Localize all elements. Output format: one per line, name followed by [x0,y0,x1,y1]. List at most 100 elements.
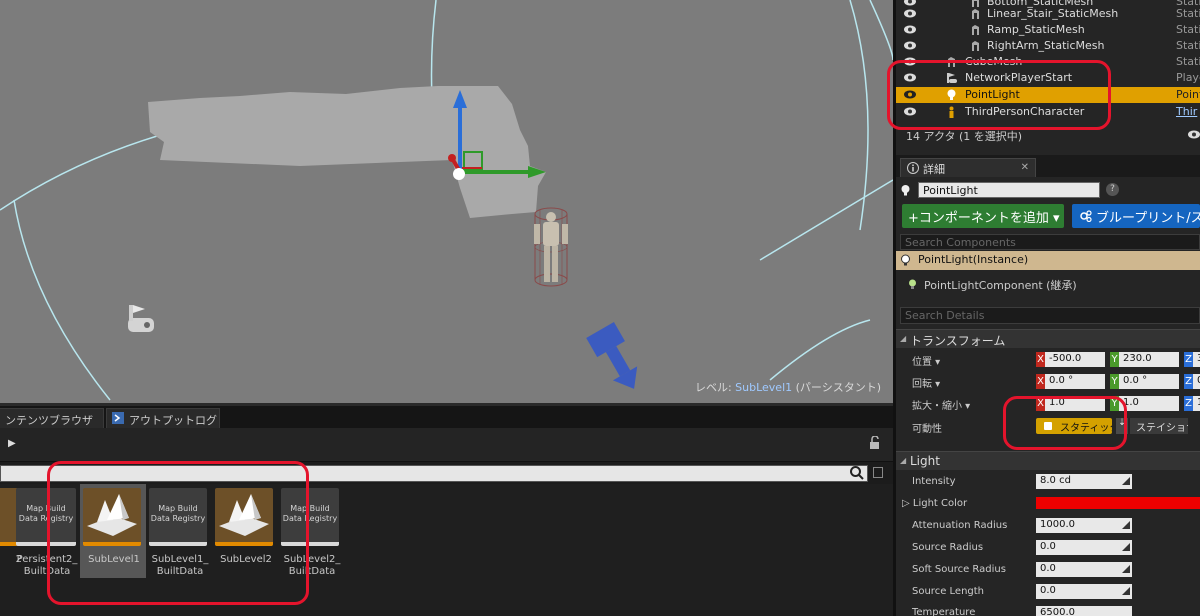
outliner-row[interactable]: CubeMesh Stati [896,54,1200,70]
rotation-x-field[interactable]: X 0.0 ° [1036,374,1108,389]
location-label[interactable]: 位置 ▾ [912,353,940,368]
visibility-eye-icon[interactable] [904,9,916,18]
soft-source-radius-field[interactable]: 0.0 [1036,562,1132,577]
outliner-row[interactable]: ThirdPersonCharacter Thir [896,104,1200,120]
asset-tile[interactable]: SubLevel2 [215,488,277,566]
section-transform[interactable]: ◢ トランスフォーム [896,329,1200,348]
temperature-label: Temperature [912,607,976,616]
scale-z-field[interactable]: Z1 [1184,396,1200,411]
level-viewport[interactable]: レベル: SubLevel1 (パーシスタント) [0,0,893,403]
asset-thumb-text: Map Build Data Registry [18,504,74,523]
search-details-input[interactable]: Search Details [900,307,1200,324]
tab-details[interactable]: 詳細 ✕ [900,158,1036,177]
light-color-swatch[interactable] [1036,497,1200,509]
search-icon[interactable] [849,465,865,481]
search-components-input[interactable]: Search Components [900,234,1200,250]
scale-x-value[interactable]: 1.0 [1045,396,1105,411]
source-length-value: 0.0 [1040,585,1056,596]
mobility-stationary-option[interactable]: ステイショナリ [1130,418,1188,434]
collapse-arrow-icon: ◢ [900,456,907,465]
spin-drag-icon[interactable] [1122,587,1130,595]
outliner-row[interactable]: Ramp_StaticMesh Stati [896,22,1200,38]
scale-label[interactable]: 拡大・縮小 ▾ [912,397,970,412]
spin-drag-icon[interactable] [1122,477,1130,485]
mobility-stationary-icon[interactable]: ⇣ [1116,418,1128,434]
rotation-y-value[interactable]: 0.0 ° [1119,374,1179,389]
rotation-z-value[interactable]: 0 [1193,374,1200,389]
temperature-field[interactable]: 6500.0 [1036,606,1132,616]
rotation-label[interactable]: 回転 ▾ [912,375,940,390]
source-radius-field[interactable]: 0.0 [1036,540,1132,555]
asset-label: Persistent2_ BuiltData [16,554,78,577]
asset-thumbnail: Map Build Data Registry [16,488,76,546]
asset-search-input[interactable] [0,465,868,482]
actor-name-input[interactable]: PointLight [918,182,1100,198]
asset-thumb-text: Map Build Data Registry [282,504,338,523]
static-mesh-icon [972,25,979,35]
location-x-value[interactable]: -500.0 [1045,352,1105,367]
level-map-icon [219,494,269,536]
intensity-field[interactable]: 8.0 cd [1036,474,1132,489]
spin-drag-icon[interactable] [1122,543,1130,551]
visibility-eye-icon[interactable] [904,107,916,116]
component-instance-row[interactable]: PointLight(Instance) [896,251,1200,270]
outliner-actor-type: Stati [1176,23,1200,36]
light-radius-arc [430,0,437,101]
scale-y-value[interactable]: 1.0 [1119,396,1179,411]
source-length-field[interactable]: 0.0 [1036,584,1132,599]
outliner-row[interactable]: NetworkPlayerStart Playe [896,70,1200,86]
attenuation-radius-field[interactable]: 1000.0 [1036,518,1132,533]
source-radius-value: 0.0 [1040,541,1056,552]
mobility-static-option[interactable]: スタティック [1036,418,1112,434]
outliner-actor-type: Stati [1176,55,1200,68]
visibility-eye-icon[interactable] [904,41,916,50]
spin-drag-icon[interactable] [1122,521,1130,529]
asset-tile[interactable]: Map Build Data Registry SubLevel2_ Built… [281,488,343,578]
rotation-x-value[interactable]: 0.0 ° [1045,374,1105,389]
outliner-row-selected[interactable]: PointLight Point [896,87,1200,103]
scale-z-value[interactable]: 1 [1193,396,1200,411]
scale-y-field[interactable]: Y 1.0 [1110,396,1182,411]
add-component-button[interactable]: +コンポーネントを追加 ▾ [902,204,1064,228]
visibility-eye-icon[interactable] [904,25,916,34]
location-z-field[interactable]: Z3 [1184,352,1200,367]
light-radius-arc [869,0,893,61]
rotation-z-field[interactable]: Z0 [1184,374,1200,389]
attenuation-radius-label: Attenuation Radius [912,520,1008,531]
lock-icon[interactable] [869,436,881,450]
asset-tile[interactable]: Map Build Data Registry Persistent2_ Bui… [16,488,78,578]
light-color-label-text: Light Color [912,498,968,509]
actor-count: 14 アクタ (1 を選択中) [906,130,1023,143]
view-options-eye-icon[interactable] [1188,130,1200,139]
section-light[interactable]: ◢ Light [896,451,1200,470]
soft-source-radius-value: 0.0 [1040,563,1056,574]
location-y-field[interactable]: Y 230.0 [1110,352,1182,367]
scale-x-field[interactable]: X 1.0 [1036,396,1108,411]
location-y-value[interactable]: 230.0 [1119,352,1179,367]
outliner-row[interactable]: Linear_Stair_StaticMesh Stati [896,6,1200,22]
outliner-actor-type-link[interactable]: Thir [1176,105,1197,118]
outliner-row[interactable]: RightArm_StaticMesh Stati [896,38,1200,54]
tab-output-log[interactable]: アウトプットログ [106,408,220,428]
location-z-value[interactable]: 3 [1193,352,1200,367]
light-color-label[interactable]: ▷ Light Color [902,498,967,509]
outliner-actor-name: Ramp_StaticMesh [987,23,1085,36]
visibility-eye-icon[interactable] [904,73,916,82]
visibility-eye-icon[interactable] [904,90,916,99]
blueprint-script-button[interactable]: ブループリント/ス [1072,204,1200,228]
asset-tile-selected[interactable]: SubLevel1 [83,488,145,566]
level-map-icon [87,494,137,536]
save-search-icon[interactable] [873,467,883,478]
location-x-field[interactable]: X -500.0 [1036,352,1108,367]
details-tab-bar: 詳細 ✕ [896,155,1200,177]
asset-tile[interactable]: Map Build Data Registry SubLevel1_ Built… [149,488,211,578]
tab-content-browser[interactable]: ンテンツブラウザ [0,408,104,428]
close-icon[interactable]: ✕ [1021,162,1029,173]
visibility-eye-icon[interactable] [904,57,916,66]
history-forward-icon[interactable]: ▶ [8,438,16,449]
rotation-y-field[interactable]: Y 0.0 ° [1110,374,1182,389]
help-icon[interactable]: ? [1106,183,1119,196]
component-row[interactable]: PointLightComponent (継承) [896,276,1200,294]
spin-drag-icon[interactable] [1122,565,1130,573]
content-browser-filter-bar [0,462,893,484]
